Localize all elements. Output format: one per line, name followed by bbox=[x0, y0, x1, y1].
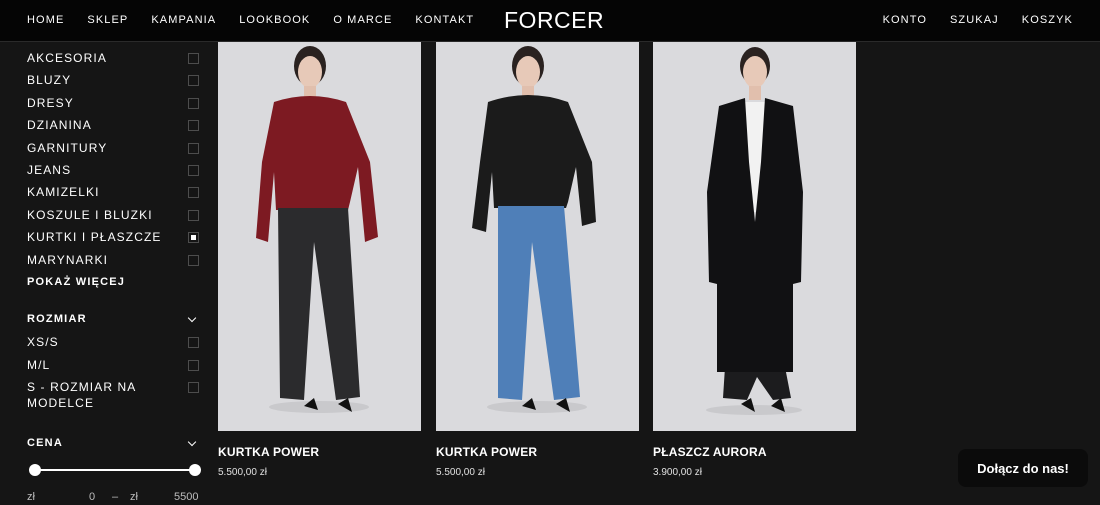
size-filter-header[interactable]: ROZMIAR bbox=[27, 313, 199, 325]
nav-lookbook[interactable]: LOOKBOOK bbox=[239, 14, 310, 26]
model-figure bbox=[472, 46, 596, 413]
filter-label: KAMIZELKI bbox=[27, 185, 100, 199]
filter-label: DRESY bbox=[27, 96, 74, 110]
show-more-button[interactable]: POKAŻ WIĘCEJ bbox=[27, 276, 125, 288]
checkbox[interactable] bbox=[188, 255, 199, 266]
filter-label: AKCESORIA bbox=[27, 51, 107, 65]
currency-label: zł bbox=[27, 491, 35, 503]
category-filter-jeans[interactable]: JEANS bbox=[27, 162, 199, 180]
category-filter-kamizelki[interactable]: KAMIZELKI bbox=[27, 184, 199, 202]
checkbox[interactable] bbox=[188, 360, 199, 371]
checkbox[interactable] bbox=[188, 187, 199, 198]
garment-bottom bbox=[498, 206, 580, 400]
filter-label: M/L bbox=[27, 358, 51, 372]
filter-label: KURTKI I PŁASZCZE bbox=[27, 230, 162, 244]
product-image[interactable] bbox=[436, 42, 639, 431]
checkbox[interactable] bbox=[188, 382, 199, 393]
price-min-handle[interactable] bbox=[29, 464, 41, 476]
price-min-value[interactable]: 0 bbox=[89, 491, 95, 503]
chevron-down-icon bbox=[187, 313, 197, 322]
size-filter-xs-s[interactable]: XS/S bbox=[27, 334, 199, 352]
filter-label: BLUZY bbox=[27, 73, 72, 87]
product-price: 5.500,00 zł bbox=[218, 467, 267, 478]
category-filter-dresy[interactable]: DRESY bbox=[27, 95, 199, 113]
nav-about[interactable]: O MARCE bbox=[333, 14, 392, 26]
size-filter-m-l[interactable]: M/L bbox=[27, 357, 199, 375]
product-image[interactable] bbox=[653, 42, 856, 431]
nav-search[interactable]: SZUKAJ bbox=[950, 14, 999, 26]
price-filter-header[interactable]: CENA bbox=[27, 437, 199, 449]
price-max-handle[interactable] bbox=[189, 464, 201, 476]
checkbox[interactable] bbox=[188, 53, 199, 64]
nav-campaign[interactable]: KAMPANIA bbox=[151, 14, 216, 26]
price-range-values: zł 0 – zł 5500 bbox=[27, 491, 202, 505]
filter-label: GARNITURY bbox=[27, 141, 108, 155]
filter-label: JEANS bbox=[27, 163, 72, 177]
checkbox[interactable] bbox=[188, 165, 199, 176]
main-menu: HOME SKLEP KAMPANIA LOOKBOOK O MARCE KON… bbox=[27, 14, 497, 26]
price-filter-title: CENA bbox=[27, 437, 63, 449]
product-price: 3.900,00 zł bbox=[653, 467, 702, 478]
nav-home[interactable]: HOME bbox=[27, 14, 64, 26]
checkbox[interactable] bbox=[188, 120, 199, 131]
nav-cart[interactable]: KOSZYK bbox=[1022, 14, 1073, 26]
price-range-separator: – bbox=[112, 491, 119, 503]
checkbox[interactable] bbox=[188, 75, 199, 86]
filter-label: MARYNARKI bbox=[27, 253, 109, 267]
price-max-value[interactable]: 5500 bbox=[174, 491, 198, 503]
checkbox[interactable] bbox=[188, 98, 199, 109]
filter-label: KOSZULE I BLUZKI bbox=[27, 208, 153, 222]
brand-logo[interactable]: FORCER bbox=[504, 7, 604, 34]
nav-shop[interactable]: SKLEP bbox=[87, 14, 128, 26]
chevron-down-icon bbox=[187, 437, 197, 446]
product-name[interactable]: KURTKA POWER bbox=[218, 445, 319, 459]
category-filter-dzianina[interactable]: DZIANINA bbox=[27, 117, 199, 135]
size-filter-model-size[interactable]: S - ROZMIAR NA MODELCE bbox=[27, 379, 199, 415]
garment-bottom bbox=[278, 208, 360, 400]
currency-label: zł bbox=[130, 491, 138, 503]
nav-contact[interactable]: KONTAKT bbox=[415, 14, 474, 26]
nav-account[interactable]: KONTO bbox=[883, 14, 927, 26]
account-menu: KONTO SZUKAJ KOSZYK bbox=[860, 14, 1073, 26]
category-filter-marynarki[interactable]: MARYNARKI bbox=[27, 252, 199, 270]
filter-label: S - ROZMIAR NA MODELCE bbox=[27, 380, 136, 410]
checkbox[interactable] bbox=[188, 143, 199, 154]
top-navigation: HOME SKLEP KAMPANIA LOOKBOOK O MARCE KON… bbox=[0, 0, 1100, 42]
category-filter-koszule[interactable]: KOSZULE I BLUZKI bbox=[27, 207, 199, 225]
category-filter-garnitury[interactable]: GARNITURY bbox=[27, 140, 199, 158]
product-name[interactable]: KURTKA POWER bbox=[436, 445, 537, 459]
product-price: 5.500,00 zł bbox=[436, 467, 485, 478]
checkbox[interactable] bbox=[188, 232, 199, 243]
filter-label: DZIANINA bbox=[27, 118, 92, 132]
category-filter-akcesoria[interactable]: AKCESORIA bbox=[27, 50, 199, 68]
price-range-slider[interactable] bbox=[29, 464, 201, 476]
filter-label: XS/S bbox=[27, 335, 59, 349]
join-us-chat-button[interactable]: Dołącz do nas! bbox=[958, 449, 1088, 487]
product-name[interactable]: PŁASZCZ AURORA bbox=[653, 445, 767, 459]
size-filter-title: ROZMIAR bbox=[27, 313, 87, 325]
checkbox[interactable] bbox=[188, 337, 199, 348]
category-filter-kurtki[interactable]: KURTKI I PŁASZCZE bbox=[27, 229, 199, 247]
model-figure bbox=[706, 47, 803, 415]
category-filter-bluzy[interactable]: BLUZY bbox=[27, 72, 199, 90]
model-figure bbox=[256, 46, 378, 413]
checkbox[interactable] bbox=[188, 210, 199, 221]
product-image[interactable] bbox=[218, 42, 421, 431]
